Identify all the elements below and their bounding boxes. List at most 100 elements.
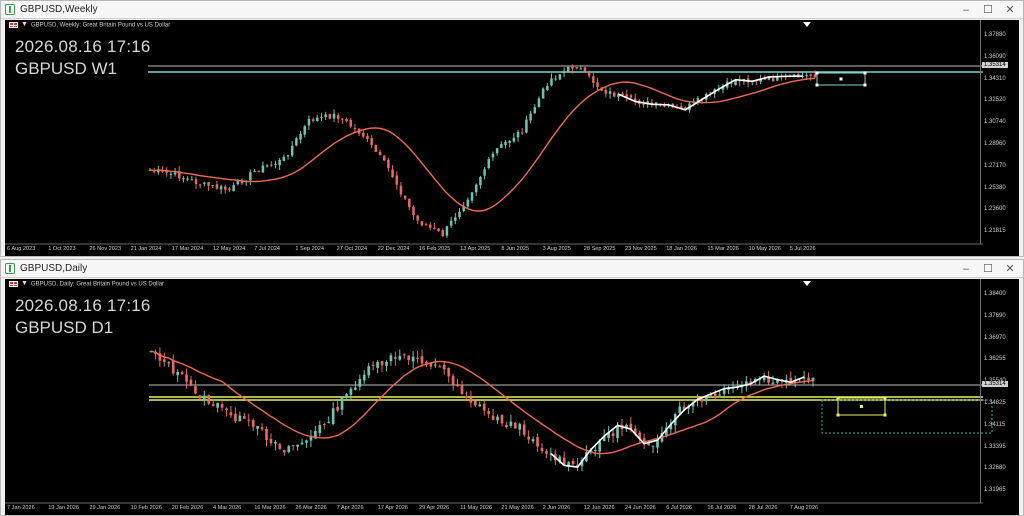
chart-shift-marker[interactable] <box>803 281 811 286</box>
box-anchor-point[interactable] <box>836 396 840 400</box>
time-tick-label: 1 Sep 2024 <box>295 246 325 252</box>
candle-body <box>522 424 526 435</box>
time-tick-label: 13 Apr 2025 <box>460 246 491 252</box>
time-tick-label: 20 Feb 2026 <box>171 505 204 511</box>
candle-body <box>441 230 445 237</box>
candle-body <box>554 78 557 80</box>
candle-body <box>382 155 386 161</box>
time-tick-label: 4 Mar 2026 <box>213 505 242 511</box>
candle-body <box>296 444 299 447</box>
daily-chart-window[interactable]: GBPUSD,Daily – ☐ ✕ ▼ GBPUSD, Daily: Great… <box>0 259 1024 516</box>
weekly-price-chart[interactable]: ▼ GBPUSD, Weekly: Great Britain Pound vs … <box>5 20 1019 256</box>
price-tick-label: 1.23600 <box>984 206 1006 213</box>
candle-body <box>496 416 499 421</box>
candle-body <box>189 379 193 385</box>
candle-body <box>185 374 188 382</box>
time-tick-label: 26 Mar 2026 <box>295 505 327 511</box>
daily-titlebar[interactable]: GBPUSD,Daily – ☐ ✕ <box>1 260 1023 278</box>
weekly-chart-window[interactable]: GBPUSD,Weekly – ☐ ✕ ▼ GBPUSD, Weekly: Gre… <box>0 0 1024 257</box>
candle-body <box>320 116 323 118</box>
time-tick-label: 11 May 2026 <box>460 505 493 511</box>
time-tick-label: 7 Jan 2026 <box>7 505 35 511</box>
candle-body <box>202 395 206 401</box>
box-anchor-point[interactable] <box>863 83 867 87</box>
candle-body <box>537 98 541 108</box>
maximize-button[interactable]: ☐ <box>977 261 999 277</box>
candle-body <box>509 421 513 426</box>
candle-body <box>224 186 227 190</box>
candle-body <box>642 104 645 106</box>
price-axis[interactable]: 1.37880 1.36090 1.34310 1.32520 1.30740 1.289… <box>980 20 1019 244</box>
candle-body <box>495 148 499 154</box>
candle-body <box>311 119 315 121</box>
box-anchor-point[interactable] <box>815 83 819 87</box>
moving-average-line <box>149 77 816 212</box>
candle-body <box>424 224 428 226</box>
time-tick-label: 17 Mar 2024 <box>171 246 204 252</box>
candle-body <box>358 378 362 387</box>
candle-body <box>345 119 348 122</box>
time-tick-label: 8 Jun 2025 <box>501 246 530 252</box>
price-tick-label: 1.34310 <box>984 75 1006 82</box>
price-tick-label: 1.31965 <box>984 487 1006 494</box>
close-button[interactable]: ✕ <box>999 2 1021 18</box>
box-anchor-point[interactable] <box>860 405 863 408</box>
time-tick-label: 16 Feb 2025 <box>419 246 451 252</box>
candle-body <box>487 159 491 168</box>
candle-body <box>291 445 295 447</box>
price-axis[interactable]: 1.384001.376901.369701.362551.355401.348… <box>980 279 1019 503</box>
candle-body <box>345 394 348 399</box>
window-title: GBPUSD,Weekly <box>20 4 98 15</box>
candle-body <box>194 386 197 394</box>
minimize-button[interactable]: – <box>955 2 977 18</box>
candle-body <box>402 354 406 356</box>
candle-body <box>705 397 708 402</box>
candle-body <box>180 372 184 375</box>
candle-body <box>251 420 255 427</box>
candle-body <box>504 142 507 145</box>
box-anchor-point[interactable] <box>883 413 887 417</box>
candle-body <box>336 115 340 119</box>
candle-body <box>575 67 578 69</box>
candle-body <box>529 113 532 121</box>
candle-body <box>604 89 608 94</box>
candle-body <box>341 118 344 120</box>
candle-body <box>447 367 451 377</box>
candle-body <box>449 220 453 226</box>
candle-body <box>438 366 442 368</box>
candle-body <box>211 185 214 187</box>
candle-body <box>242 416 246 419</box>
candle-body <box>215 184 219 189</box>
candle-body <box>558 74 562 80</box>
maximize-button[interactable]: ☐ <box>977 2 999 18</box>
box-anchor-point[interactable] <box>836 413 840 417</box>
box-anchor-point[interactable] <box>815 71 819 75</box>
projection-range-box[interactable] <box>821 399 993 434</box>
overlay-symbol: GBPUSD W1 <box>15 59 118 78</box>
price-tick-label: 1.27170 <box>984 162 1006 169</box>
minimize-button[interactable]: – <box>955 261 977 277</box>
candle-body <box>316 117 319 122</box>
daily-price-chart[interactable]: ▼ GBPUSD, Daily: Great Britain Pound vs U… <box>5 279 1019 515</box>
time-tick-label: 16 Jul 2026 <box>707 505 737 511</box>
price-tick-label: 1.33395 <box>984 443 1006 450</box>
chart-shift-marker[interactable] <box>803 22 811 27</box>
candle-body <box>434 364 437 366</box>
candle-body <box>378 151 382 156</box>
candle-body <box>566 66 570 72</box>
candle-body <box>265 165 269 167</box>
candle-body <box>278 159 281 166</box>
box-anchor-point[interactable] <box>839 77 843 81</box>
box-anchor-point[interactable] <box>883 396 887 400</box>
time-tick-label: 1 Oct 2023 <box>48 246 76 252</box>
close-button[interactable]: ✕ <box>999 261 1021 277</box>
box-anchor-point[interactable] <box>863 71 867 75</box>
price-tick-label: 1.32520 <box>984 97 1006 104</box>
time-tick-label: 29 Apr 2026 <box>419 505 450 511</box>
candle-body <box>282 156 286 161</box>
candle-body <box>385 361 388 366</box>
candle-body <box>500 414 504 424</box>
candle-body <box>398 355 402 360</box>
candle-body <box>465 396 468 399</box>
weekly-titlebar[interactable]: GBPUSD,Weekly – ☐ ✕ <box>1 1 1023 19</box>
